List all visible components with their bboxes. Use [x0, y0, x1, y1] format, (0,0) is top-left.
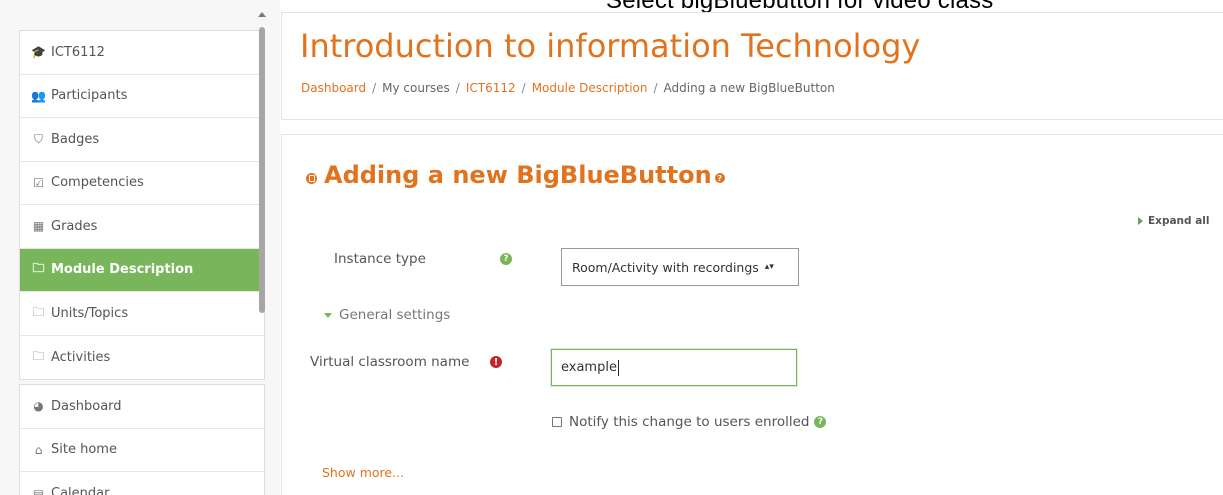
sidebar-item-label: Dashboard [51, 398, 122, 414]
sidebar-item-label: Participants [51, 88, 128, 104]
caret-down-icon [324, 312, 332, 318]
sidebar-item-site-home[interactable]: ⌂ Site home [20, 429, 264, 472]
required-icon: ! [490, 356, 502, 368]
left-drawer: 🎓 ICT6112 👥 Participants ⛉ Badges ☑ Competencie… [0, 0, 280, 495]
notify-label: Notify this change to users enrolled [569, 414, 810, 430]
classroom-name-label: Virtual classroom name [310, 354, 470, 370]
page-title-text: Adding a new BigBlueButton [324, 161, 712, 189]
page-title: Adding a new BigBlueButton ? [306, 161, 725, 189]
instance-type-value: Room/Activity with recordings [572, 259, 759, 275]
sidebar-item-dashboard[interactable]: ◕ Dashboard [20, 385, 264, 429]
classroom-name-input[interactable]: example [551, 349, 797, 386]
sidebar-item-calendar[interactable]: ▤ Calendar [20, 472, 264, 495]
select-arrows-icon: ▴▾ [764, 262, 774, 272]
general-settings-label: General settings [339, 307, 451, 323]
home-icon: ⌂ [34, 442, 43, 457]
sidebar-item-label: ICT6112 [51, 44, 105, 60]
help-icon[interactable]: ? [714, 173, 725, 183]
breadcrumb-item[interactable]: Dashboard [301, 81, 366, 95]
scroll-up-arrow-icon[interactable] [258, 12, 266, 17]
course-nav-block: 🎓 ICT6112 👥 Participants ⛉ Badges ☑ Competencie… [19, 30, 265, 380]
folder-icon: 🗀 [32, 348, 45, 363]
drawer-scrollbar[interactable] [256, 10, 268, 495]
calendar-icon: ▤ [32, 486, 45, 495]
main-content: Adding a new BigBlueButton ? Expand all … [281, 134, 1223, 495]
check-square-icon: ☑ [33, 175, 44, 190]
instance-type-select[interactable]: Room/Activity with recordings ▴▾ [561, 248, 799, 286]
sidebar-item-label: Competencies [51, 175, 144, 191]
breadcrumb-separator: / [653, 81, 658, 95]
expand-all-label: Expand all [1148, 215, 1210, 227]
sidebar-item-grades[interactable]: ▦ Grades [20, 205, 264, 249]
show-more-link[interactable]: Show more... [322, 465, 404, 480]
table-icon: ▦ [32, 219, 45, 234]
classroom-name-value: example [561, 360, 617, 375]
site-nav-block: ◕ Dashboard ⌂ Site home ▤ Calendar [19, 384, 265, 495]
users-icon: 👥 [31, 88, 46, 103]
sidebar-item-label: Units/Topics [51, 305, 129, 321]
sidebar-item-label: Activities [51, 349, 111, 365]
instance-type-help-icon[interactable]: ? [500, 253, 512, 265]
sidebar-item-label: Site home [51, 442, 117, 458]
breadcrumb-separator: / [521, 81, 526, 95]
sidebar-item-label: Calendar [51, 486, 110, 495]
sidebar-item-label: Grades [51, 218, 98, 234]
sidebar-item-competencies[interactable]: ☑ Competencies [20, 162, 264, 205]
page-header: Introduction to information Technology D… [281, 12, 1223, 120]
nav-drawer: 🎓 ICT6112 👥 Participants ⛉ Badges ☑ Competencie… [19, 30, 265, 495]
sidebar-item-label: Module Description [51, 262, 194, 278]
graduation-cap-icon: 🎓 [31, 45, 46, 60]
sidebar-item-module-description[interactable]: 🗀 Module Description [20, 248, 264, 292]
folder-icon: 🗀 [32, 261, 45, 276]
expand-all-link[interactable]: Expand all [1138, 215, 1209, 227]
sidebar-item-participants[interactable]: 👥 Participants [20, 75, 264, 118]
breadcrumb-item[interactable]: ICT6112 [466, 81, 516, 95]
breadcrumb-separator: / [372, 81, 377, 95]
sidebar-item-ict6112[interactable]: 🎓 ICT6112 [20, 31, 264, 75]
breadcrumb-item[interactable]: Module Description [532, 81, 648, 95]
text-cursor [617, 359, 619, 376]
sidebar-item-activities[interactable]: 🗀 Activities [20, 336, 264, 380]
notify-option: Notify this change to users enrolled ? [552, 414, 827, 430]
notify-help-icon[interactable]: ? [814, 416, 827, 428]
sidebar-item-badges[interactable]: ⛉ Badges [20, 118, 264, 162]
breadcrumb-item: My courses [382, 81, 450, 95]
dashboard-icon: ◕ [33, 399, 44, 414]
shield-icon: ⛉ [33, 131, 43, 146]
course-title: Introduction to information Technology [300, 27, 921, 65]
scroll-thumb[interactable] [259, 27, 265, 313]
sidebar-item-units-topics[interactable]: 🗀 Units/Topics [20, 292, 264, 336]
folder-icon: 🗀 [32, 304, 45, 319]
instance-type-label: Instance type [334, 251, 426, 267]
breadcrumb-item: Adding a new BigBlueButton [663, 81, 835, 95]
general-settings-toggle[interactable]: General settings [324, 307, 450, 323]
bigbluebutton-icon [306, 172, 317, 184]
breadcrumb-separator: / [455, 81, 460, 95]
sidebar-item-label: Badges [51, 131, 100, 147]
notify-checkbox[interactable] [552, 417, 562, 427]
breadcrumb: Dashboard / My courses / ICT6112 / Module Desc… [301, 81, 835, 95]
caret-right-icon [1138, 217, 1143, 225]
